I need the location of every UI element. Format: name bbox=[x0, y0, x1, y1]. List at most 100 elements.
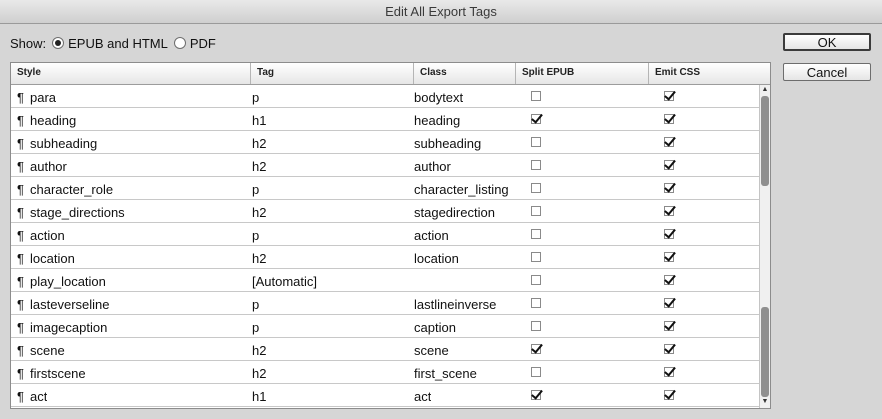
table-row[interactable]: ¶ scene h2 scene bbox=[11, 338, 759, 361]
paragraph-style-icon: ¶ bbox=[17, 274, 24, 289]
split-epub-checkbox[interactable] bbox=[531, 206, 541, 216]
vertical-scrollbar[interactable]: ▲ ▼ bbox=[759, 85, 770, 408]
table-row[interactable]: ¶ play_location [Automatic] bbox=[11, 269, 759, 292]
tag-value[interactable]: h1 bbox=[252, 384, 266, 406]
emit-css-checkbox[interactable] bbox=[664, 390, 674, 400]
paragraph-style-icon: ¶ bbox=[17, 297, 24, 312]
class-value[interactable]: first_scene bbox=[414, 361, 477, 383]
class-value[interactable]: location bbox=[414, 246, 459, 268]
table-row[interactable]: ¶ location h2 location bbox=[11, 246, 759, 269]
class-value[interactable]: heading bbox=[414, 108, 460, 130]
split-epub-checkbox[interactable] bbox=[531, 367, 541, 377]
emit-css-checkbox[interactable] bbox=[664, 91, 674, 101]
emit-css-checkbox[interactable] bbox=[664, 367, 674, 377]
split-epub-checkbox[interactable] bbox=[531, 91, 541, 101]
show-filter: Show: EPUB and HTML PDF bbox=[10, 34, 216, 52]
emit-css-checkbox[interactable] bbox=[664, 206, 674, 216]
table-header: Style Tag Class Split EPUB Emit CSS bbox=[11, 63, 770, 85]
tag-value[interactable]: h2 bbox=[252, 338, 266, 360]
column-header-class[interactable]: Class bbox=[414, 63, 516, 84]
table-row[interactable]: ¶ stage_directions h2 stagedirection bbox=[11, 200, 759, 223]
split-epub-checkbox[interactable] bbox=[531, 183, 541, 193]
paragraph-style-icon: ¶ bbox=[17, 251, 24, 266]
split-epub-checkbox[interactable] bbox=[531, 229, 541, 239]
tag-value[interactable]: h2 bbox=[252, 154, 266, 176]
table-row[interactable]: ¶ para p bodytext bbox=[11, 85, 759, 108]
class-value[interactable]: bodytext bbox=[414, 85, 463, 107]
down-arrow-icon[interactable]: ▼ bbox=[760, 397, 770, 407]
tag-value[interactable]: p bbox=[252, 292, 259, 314]
class-value[interactable]: caption bbox=[414, 315, 456, 337]
tag-value[interactable]: h2 bbox=[252, 246, 266, 268]
split-epub-checkbox[interactable] bbox=[531, 114, 541, 124]
tag-value[interactable]: p bbox=[252, 315, 259, 337]
split-epub-checkbox[interactable] bbox=[531, 298, 541, 308]
emit-css-checkbox[interactable] bbox=[664, 229, 674, 239]
emit-css-checkbox[interactable] bbox=[664, 137, 674, 147]
class-value[interactable]: action bbox=[414, 223, 449, 245]
emit-css-checkbox[interactable] bbox=[664, 321, 674, 331]
style-name: lasteverseline bbox=[30, 297, 110, 312]
column-header-split-epub[interactable]: Split EPUB bbox=[516, 63, 649, 84]
split-epub-checkbox[interactable] bbox=[531, 160, 541, 170]
scrollbar-thumb[interactable] bbox=[761, 96, 769, 186]
tag-value[interactable]: p bbox=[252, 85, 259, 107]
split-epub-checkbox[interactable] bbox=[531, 344, 541, 354]
scrollbar-thumb[interactable] bbox=[761, 307, 769, 397]
table-row[interactable]: ¶ author h2 author bbox=[11, 154, 759, 177]
tag-value[interactable]: [Automatic] bbox=[252, 269, 317, 291]
table-row[interactable]: ¶ character_role p character_listing bbox=[11, 177, 759, 200]
tag-value[interactable]: p bbox=[252, 223, 259, 245]
column-header-style[interactable]: Style bbox=[11, 63, 251, 84]
emit-css-checkbox[interactable] bbox=[664, 160, 674, 170]
split-epub-checkbox[interactable] bbox=[531, 390, 541, 400]
table-row[interactable]: ¶ heading h1 heading bbox=[11, 108, 759, 131]
split-epub-checkbox[interactable] bbox=[531, 321, 541, 331]
ok-button[interactable]: OK bbox=[783, 33, 871, 51]
class-value[interactable]: character_listing bbox=[414, 177, 509, 199]
emit-css-checkbox[interactable] bbox=[664, 114, 674, 124]
table-row[interactable]: ¶ firstscene h2 first_scene bbox=[11, 361, 759, 384]
emit-css-checkbox[interactable] bbox=[664, 252, 674, 262]
window-title: Edit All Export Tags bbox=[0, 0, 882, 24]
class-value[interactable]: stagedirection bbox=[414, 200, 495, 222]
cancel-button[interactable]: Cancel bbox=[783, 63, 871, 81]
class-value[interactable]: subheading bbox=[414, 131, 481, 153]
radio-selected-icon[interactable] bbox=[52, 37, 65, 49]
column-header-emit-css[interactable]: Emit CSS bbox=[649, 63, 770, 84]
emit-css-checkbox[interactable] bbox=[664, 183, 674, 193]
table-row[interactable]: ¶ lasteverseline p lastlineinverse bbox=[11, 292, 759, 315]
table-row[interactable]: ¶ act h1 act bbox=[11, 384, 759, 407]
paragraph-style-icon: ¶ bbox=[17, 343, 24, 358]
paragraph-style-icon: ¶ bbox=[17, 389, 24, 404]
class-value[interactable]: author bbox=[414, 154, 451, 176]
column-header-tag[interactable]: Tag bbox=[251, 63, 414, 84]
radio-epub-html-label[interactable]: EPUB and HTML bbox=[68, 36, 168, 51]
up-arrow-icon[interactable]: ▲ bbox=[760, 85, 770, 95]
class-value[interactable]: act bbox=[414, 384, 431, 406]
class-value[interactable]: lastlineinverse bbox=[414, 292, 496, 314]
table-row[interactable]: ¶ imagecaption p caption bbox=[11, 315, 759, 338]
emit-css-checkbox[interactable] bbox=[664, 275, 674, 285]
emit-css-checkbox[interactable] bbox=[664, 344, 674, 354]
tag-value[interactable]: h2 bbox=[252, 131, 266, 153]
split-epub-checkbox[interactable] bbox=[531, 275, 541, 285]
radio-pdf-label[interactable]: PDF bbox=[190, 36, 216, 51]
paragraph-style-icon: ¶ bbox=[17, 90, 24, 105]
split-epub-checkbox[interactable] bbox=[531, 137, 541, 147]
style-name: act bbox=[30, 389, 48, 404]
style-name: firstscene bbox=[30, 366, 86, 381]
table-row[interactable]: ¶ action p action bbox=[11, 223, 759, 246]
tag-value[interactable]: h2 bbox=[252, 361, 266, 383]
style-name: stage_directions bbox=[30, 205, 125, 220]
table-row[interactable]: ¶ subheading h2 subheading bbox=[11, 131, 759, 154]
emit-css-checkbox[interactable] bbox=[664, 298, 674, 308]
paragraph-style-icon: ¶ bbox=[17, 320, 24, 335]
tag-value[interactable]: h1 bbox=[252, 108, 266, 130]
class-value[interactable]: scene bbox=[414, 338, 449, 360]
split-epub-checkbox[interactable] bbox=[531, 252, 541, 262]
radio-unselected-icon[interactable] bbox=[173, 37, 186, 49]
paragraph-style-icon: ¶ bbox=[17, 205, 24, 220]
tag-value[interactable]: p bbox=[252, 177, 259, 199]
tag-value[interactable]: h2 bbox=[252, 200, 266, 222]
